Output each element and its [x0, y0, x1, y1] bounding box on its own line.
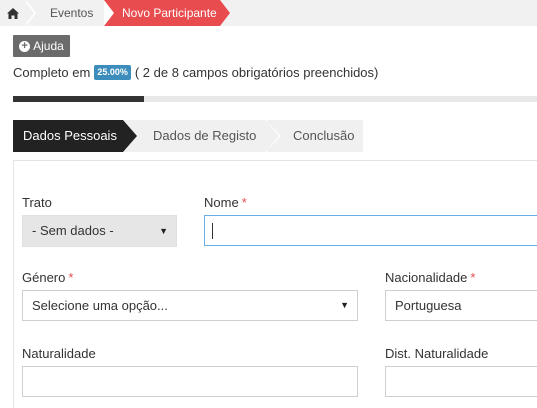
plus-circle-icon: + — [19, 40, 31, 52]
trato-select-value: - Sem dados - — [32, 223, 114, 238]
caret-down-icon: ▼ — [340, 300, 349, 310]
progress-prefix: Completo em — [13, 65, 91, 80]
breadcrumb: Eventos Novo Participante — [0, 0, 537, 26]
nome-input[interactable] — [204, 215, 537, 246]
step-label: Dados de Registo — [153, 128, 257, 143]
step-label: Dados Pessoais — [23, 128, 117, 143]
nacionalidade-value: Portuguesa — [395, 298, 462, 313]
nome-label: Nome * — [204, 195, 247, 210]
breadcrumb-home[interactable] — [0, 0, 26, 26]
genero-select-value: Selecione uma opção... — [32, 298, 168, 313]
progress-bar-fill — [13, 96, 144, 102]
step-dados-de-registo[interactable]: Dados de Registo — [123, 120, 265, 152]
required-mark: * — [241, 195, 247, 210]
genero-label: Género * — [22, 270, 74, 285]
progress-summary: Completo em 25.00% ( 2 de 8 campos obrig… — [13, 65, 378, 80]
trato-select[interactable]: - Sem dados - ▼ — [22, 215, 177, 247]
home-icon — [7, 7, 19, 19]
help-button-label: Ajuda — [33, 39, 64, 53]
help-button[interactable]: + Ajuda — [13, 35, 70, 57]
required-mark: * — [470, 270, 476, 285]
step-label: Conclusão — [293, 128, 355, 143]
nacionalidade-label: Nacionalidade * — [385, 270, 476, 285]
genero-select[interactable]: Selecione uma opção... ▼ — [22, 290, 358, 321]
dist-naturalidade-input[interactable] — [385, 366, 537, 397]
progress-detail: ( 2 de 8 campos obrigatórios preenchidos… — [134, 65, 379, 80]
dist-naturalidade-label: Dist. Naturalidade — [385, 346, 489, 361]
required-mark: * — [68, 270, 74, 285]
progress-bar — [13, 96, 537, 102]
breadcrumb-item-eventos[interactable]: Eventos — [50, 0, 93, 26]
step-conclusao[interactable]: Conclusão — [267, 120, 363, 152]
text-cursor — [212, 223, 213, 239]
nacionalidade-input[interactable]: Portuguesa — [385, 290, 537, 321]
naturalidade-label: Naturalidade — [22, 346, 96, 361]
trato-label: Trato — [22, 195, 52, 210]
caret-down-icon: ▼ — [159, 226, 168, 236]
breadcrumb-item-novo-participante: Novo Participante — [104, 0, 220, 26]
progress-percent-badge: 25.00% — [94, 65, 131, 80]
step-arrow — [123, 120, 137, 152]
step-dados-pessoais[interactable]: Dados Pessoais — [13, 120, 123, 152]
naturalidade-input[interactable] — [22, 366, 358, 397]
